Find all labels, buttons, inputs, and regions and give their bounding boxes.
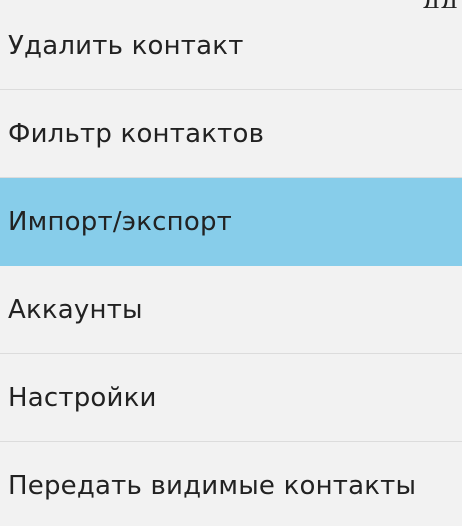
menu-item-settings[interactable]: Настройки [0,354,462,442]
menu-item-contact-filter[interactable]: Фильтр контактов [0,90,462,178]
text-fade-overlay [416,442,462,526]
overflow-menu: дд Удалить контакт Фильтр контактов Импо… [0,0,462,526]
menu-item-label: Передать видимые контакты [8,471,417,501]
menu-item-share-visible-contacts[interactable]: Передать видимые контакты [0,442,462,526]
menu-item-label: Аккаунты [8,294,143,325]
menu-item-label: Импорт/экспорт [8,207,233,237]
menu-item-accounts[interactable]: Аккаунты [0,266,462,354]
menu-item-delete-contact[interactable]: Удалить контакт [0,2,462,90]
menu-item-label: Удалить контакт [8,30,244,61]
menu-item-label: Настройки [8,382,157,413]
menu-item-import-export[interactable]: Импорт/экспорт [0,178,462,266]
menu-item-label: Фильтр контактов [8,118,265,149]
